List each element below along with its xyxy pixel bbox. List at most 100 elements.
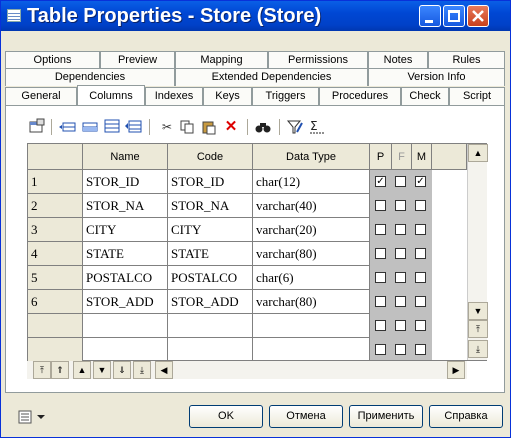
cell-name[interactable] bbox=[83, 338, 168, 362]
customize-filter-icon[interactable] bbox=[285, 117, 305, 137]
cell-code[interactable]: STOR_ADD bbox=[168, 290, 253, 314]
scroll-bottom-button[interactable]: ⤓ bbox=[468, 340, 488, 358]
cell-data-type[interactable]: char(12) bbox=[253, 170, 370, 194]
cell-name[interactable]: STOR_ID bbox=[83, 170, 168, 194]
checkbox-foreign[interactable] bbox=[395, 224, 406, 235]
tab-check[interactable]: Check bbox=[401, 87, 449, 105]
cell-code[interactable] bbox=[168, 314, 253, 338]
header-mandatory[interactable]: M bbox=[412, 144, 432, 170]
cell-data-type[interactable]: char(6) bbox=[253, 266, 370, 290]
cell-name[interactable] bbox=[83, 314, 168, 338]
checkbox-primary[interactable] bbox=[375, 200, 386, 211]
checkbox-primary[interactable] bbox=[375, 248, 386, 259]
checkbox-mandatory[interactable] bbox=[415, 272, 426, 283]
tab-script[interactable]: Script bbox=[449, 87, 505, 105]
cell-code[interactable]: CITY bbox=[168, 218, 253, 242]
checkbox-primary[interactable] bbox=[375, 320, 386, 331]
scroll-down-button[interactable]: ▼ bbox=[468, 302, 488, 320]
row-number[interactable]: 2 bbox=[28, 194, 83, 218]
tab-triggers[interactable]: Triggers bbox=[252, 87, 319, 105]
title-bar[interactable]: Table Properties - Store (Store) bbox=[1, 1, 510, 31]
cell-name[interactable]: STATE bbox=[83, 242, 168, 266]
tab-extended-dependencies[interactable]: Extended Dependencies bbox=[175, 68, 368, 86]
scroll-top-button[interactable]: ⤒ bbox=[468, 320, 488, 338]
header-primary[interactable]: P bbox=[370, 144, 392, 170]
cell-name[interactable]: CITY bbox=[83, 218, 168, 242]
add-rows-icon[interactable] bbox=[101, 117, 121, 137]
row-number[interactable]: 1 bbox=[28, 170, 83, 194]
scroll-left-button[interactable]: ◀ bbox=[155, 361, 173, 379]
move-page-down-icon[interactable]: ⇓ bbox=[113, 361, 131, 379]
cell-code[interactable]: POSTALCO bbox=[168, 266, 253, 290]
cut-icon[interactable]: ✂ bbox=[157, 117, 177, 137]
tab-preview[interactable]: Preview bbox=[100, 51, 175, 69]
header-data-type[interactable]: Data Type bbox=[253, 144, 370, 170]
checkbox-foreign[interactable] bbox=[395, 200, 406, 211]
help-button[interactable]: Справка bbox=[429, 405, 503, 428]
copy-icon[interactable] bbox=[177, 117, 197, 137]
find-icon[interactable] bbox=[253, 117, 273, 137]
move-down-icon[interactable]: ▼ bbox=[93, 361, 111, 379]
filter-rows-icon[interactable] bbox=[123, 117, 143, 137]
scroll-up-button[interactable]: ▲ bbox=[468, 144, 488, 162]
checkbox-primary[interactable] bbox=[375, 344, 386, 355]
cell-data-type[interactable]: varchar(80) bbox=[253, 242, 370, 266]
checkbox-mandatory[interactable] bbox=[415, 224, 426, 235]
tab-keys[interactable]: Keys bbox=[203, 87, 252, 105]
properties-icon[interactable] bbox=[27, 117, 47, 137]
header-code[interactable]: Code bbox=[168, 144, 253, 170]
row-number[interactable] bbox=[28, 338, 83, 362]
move-page-up-icon[interactable]: ⇑ bbox=[51, 361, 69, 379]
checkbox-mandatory[interactable] bbox=[415, 296, 426, 307]
cancel-button[interactable]: Отмена bbox=[269, 405, 343, 428]
cell-data-type[interactable] bbox=[253, 314, 370, 338]
row-number[interactable]: 4 bbox=[28, 242, 83, 266]
cell-code[interactable]: STATE bbox=[168, 242, 253, 266]
header-name[interactable]: Name bbox=[83, 144, 168, 170]
ok-button[interactable]: OK bbox=[189, 405, 263, 428]
apply-button[interactable]: Применить bbox=[349, 405, 423, 428]
tab-procedures[interactable]: Procedures bbox=[319, 87, 401, 105]
tab-options[interactable]: Options bbox=[5, 51, 100, 69]
checkbox-foreign[interactable] bbox=[395, 296, 406, 307]
menu-dropdown[interactable] bbox=[15, 407, 55, 427]
header-foreign[interactable]: F bbox=[392, 144, 412, 170]
close-button[interactable] bbox=[467, 5, 489, 27]
checkbox-foreign[interactable] bbox=[395, 344, 406, 355]
cell-data-type[interactable] bbox=[253, 338, 370, 362]
row-number[interactable] bbox=[28, 314, 83, 338]
tab-general[interactable]: General bbox=[5, 87, 77, 105]
checkbox-mandatory[interactable] bbox=[415, 200, 426, 211]
checkbox-foreign[interactable] bbox=[395, 272, 406, 283]
row-number[interactable]: 5 bbox=[28, 266, 83, 290]
tab-permissions[interactable]: Permissions bbox=[268, 51, 368, 69]
move-top-icon[interactable]: ⤒ bbox=[33, 361, 51, 379]
move-bottom-icon[interactable]: ⤓ bbox=[133, 361, 151, 379]
cell-name[interactable]: STOR_ADD bbox=[83, 290, 168, 314]
checkbox-mandatory[interactable] bbox=[415, 320, 426, 331]
checkbox-foreign[interactable] bbox=[395, 248, 406, 259]
row-number[interactable]: 6 bbox=[28, 290, 83, 314]
tab-columns[interactable]: Columns bbox=[77, 85, 145, 105]
cell-data-type[interactable]: varchar(80) bbox=[253, 290, 370, 314]
cell-data-type[interactable]: varchar(20) bbox=[253, 218, 370, 242]
checkbox-mandatory[interactable] bbox=[415, 344, 426, 355]
checkbox-mandatory[interactable]: ✓ bbox=[415, 176, 426, 187]
vertical-scrollbar[interactable]: ▲ ▼ ⤒ ⤓ bbox=[467, 144, 488, 360]
cell-code[interactable] bbox=[168, 338, 253, 362]
checkbox-primary[interactable] bbox=[375, 296, 386, 307]
tab-version-info[interactable]: Version Info bbox=[368, 68, 505, 86]
checkbox-mandatory[interactable] bbox=[415, 248, 426, 259]
cell-code[interactable]: STOR_NA bbox=[168, 194, 253, 218]
checkbox-foreign[interactable] bbox=[395, 176, 406, 187]
column-sum-icon[interactable]: Σ bbox=[307, 117, 327, 137]
checkbox-foreign[interactable] bbox=[395, 320, 406, 331]
cell-data-type[interactable]: varchar(40) bbox=[253, 194, 370, 218]
cell-name[interactable]: STOR_NA bbox=[83, 194, 168, 218]
paste-icon[interactable] bbox=[199, 117, 219, 137]
delete-icon[interactable]: ✕ bbox=[221, 117, 241, 137]
row-number[interactable]: 3 bbox=[28, 218, 83, 242]
maximize-button[interactable] bbox=[443, 5, 465, 27]
tab-rules[interactable]: Rules bbox=[428, 51, 505, 69]
tab-mapping[interactable]: Mapping bbox=[175, 51, 268, 69]
